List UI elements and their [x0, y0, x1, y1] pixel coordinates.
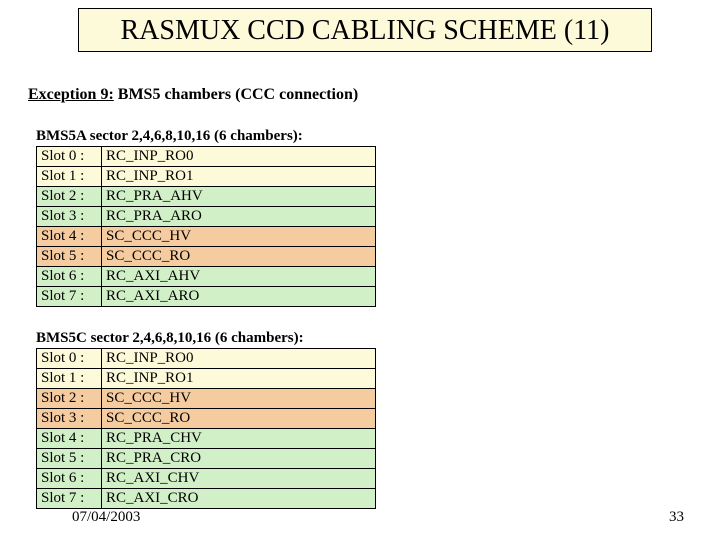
slot-label: Slot 6 : — [37, 469, 102, 489]
table-row: Slot 2 :RC_PRA_AHV — [37, 187, 376, 207]
block-bms5c: BMS5C sector 2,4,6,8,10,16 (6 chambers):… — [36, 330, 376, 509]
slot-table: Slot 0 :RC_INP_RO0Slot 1 :RC_INP_RO1Slot… — [36, 348, 376, 509]
slot-value: RC_INP_RO0 — [102, 147, 376, 167]
slot-value: RC_PRA_ARO — [102, 207, 376, 227]
slot-label: Slot 5 : — [37, 247, 102, 267]
slot-value: SC_CCC_RO — [102, 409, 376, 429]
table-row: Slot 4 :SC_CCC_HV — [37, 227, 376, 247]
table-row: Slot 0 :RC_INP_RO0 — [37, 147, 376, 167]
table-row: Slot 7 :RC_AXI_ARO — [37, 287, 376, 307]
slot-table: Slot 0 :RC_INP_RO0Slot 1 :RC_INP_RO1Slot… — [36, 146, 376, 307]
slot-value: RC_PRA_CHV — [102, 429, 376, 449]
slot-value: RC_INP_RO1 — [102, 167, 376, 187]
slot-label: Slot 3 : — [37, 207, 102, 227]
footer-date: 07/04/2003 — [72, 509, 140, 526]
slot-label: Slot 2 : — [37, 187, 102, 207]
table-row: Slot 7 :RC_AXI_CRO — [37, 489, 376, 509]
exception-label: Exception 9: — [28, 86, 114, 103]
slot-value: SC_CCC_HV — [102, 227, 376, 247]
table-row: Slot 6 :RC_AXI_AHV — [37, 267, 376, 287]
table-row: Slot 1 :RC_INP_RO1 — [37, 369, 376, 389]
slot-value: SC_CCC_RO — [102, 247, 376, 267]
slot-value: RC_AXI_CHV — [102, 469, 376, 489]
slot-value: RC_INP_RO0 — [102, 349, 376, 369]
block-title: BMS5C sector 2,4,6,8,10,16 (6 chambers): — [36, 330, 376, 347]
slot-label: Slot 7 : — [37, 489, 102, 509]
slot-label: Slot 5 : — [37, 449, 102, 469]
slot-label: Slot 1 : — [37, 369, 102, 389]
slot-value: RC_PRA_AHV — [102, 187, 376, 207]
slot-label: Slot 4 : — [37, 429, 102, 449]
table-row: Slot 1 :RC_INP_RO1 — [37, 167, 376, 187]
slot-label: Slot 0 : — [37, 349, 102, 369]
slot-value: RC_PRA_CRO — [102, 449, 376, 469]
page-title: RASMUX CCD CABLING SCHEME (11) — [78, 8, 652, 52]
table-row: Slot 6 :RC_AXI_CHV — [37, 469, 376, 489]
table-row: Slot 0 :RC_INP_RO0 — [37, 349, 376, 369]
slot-value: SC_CCC_HV — [102, 389, 376, 409]
slot-label: Slot 7 : — [37, 287, 102, 307]
slot-value: RC_INP_RO1 — [102, 369, 376, 389]
footer-page: 33 — [669, 509, 684, 526]
exception-line: Exception 9: BMS5 chambers (CCC connecti… — [28, 86, 358, 104]
slot-value: RC_AXI_CRO — [102, 489, 376, 509]
block-bms5a: BMS5A sector 2,4,6,8,10,16 (6 chambers):… — [36, 128, 376, 307]
slot-label: Slot 2 : — [37, 389, 102, 409]
slot-label: Slot 1 : — [37, 167, 102, 187]
table-row: Slot 5 :RC_PRA_CRO — [37, 449, 376, 469]
table-row: Slot 3 :SC_CCC_RO — [37, 409, 376, 429]
slot-label: Slot 3 : — [37, 409, 102, 429]
table-row: Slot 2 :SC_CCC_HV — [37, 389, 376, 409]
table-row: Slot 3 :RC_PRA_ARO — [37, 207, 376, 227]
table-row: Slot 4 :RC_PRA_CHV — [37, 429, 376, 449]
slot-value: RC_AXI_ARO — [102, 287, 376, 307]
exception-text: BMS5 chambers (CCC connection) — [118, 86, 358, 103]
slot-label: Slot 6 : — [37, 267, 102, 287]
block-title: BMS5A sector 2,4,6,8,10,16 (6 chambers): — [36, 128, 376, 145]
slot-label: Slot 0 : — [37, 147, 102, 167]
slot-label: Slot 4 : — [37, 227, 102, 247]
table-row: Slot 5 :SC_CCC_RO — [37, 247, 376, 267]
slot-value: RC_AXI_AHV — [102, 267, 376, 287]
